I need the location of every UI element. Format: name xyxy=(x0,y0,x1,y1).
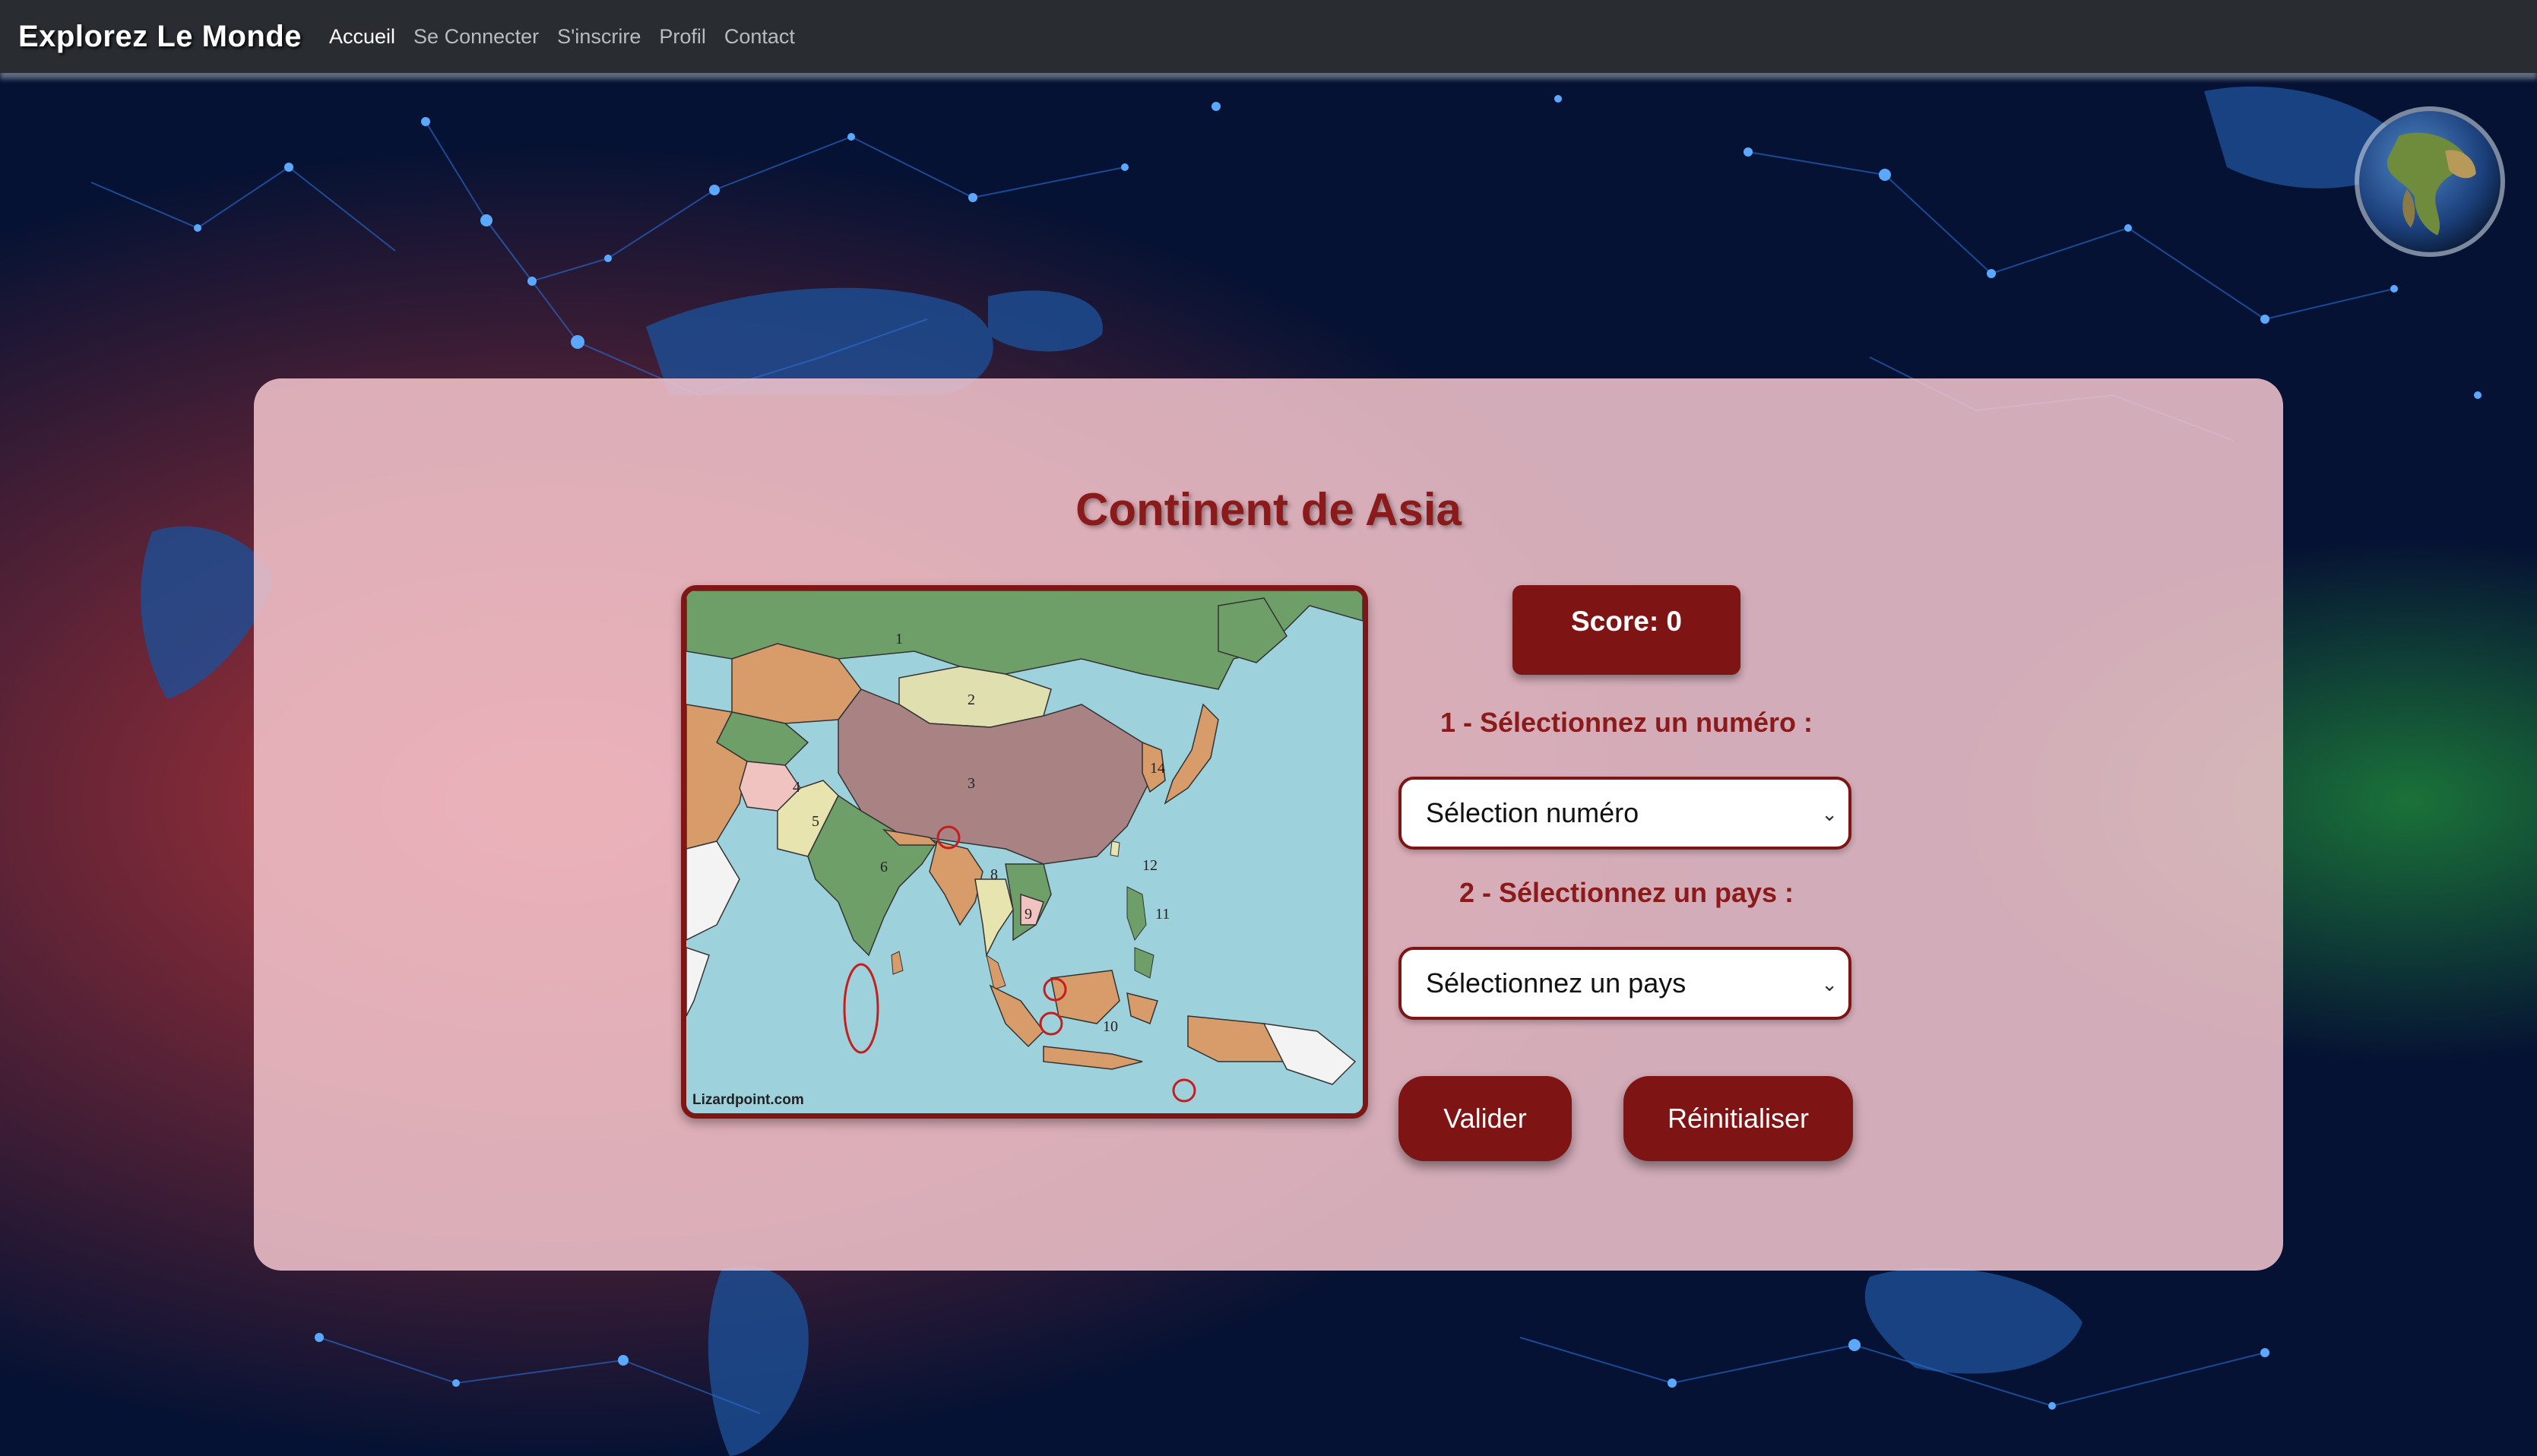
nav-link-accueil[interactable]: Accueil xyxy=(329,25,395,49)
country-select-value: Sélectionnez un pays xyxy=(1426,967,1687,999)
asia-map[interactable]: 1 2 3 4 5 6 8 9 10 11 12 14 Lizardpoint.… xyxy=(681,585,1368,1119)
map-number-8: 8 xyxy=(990,866,998,883)
nav-links: Accueil Se Connecter S'inscrire Profil C… xyxy=(329,25,795,49)
chevron-down-icon: ⌄ xyxy=(1821,973,1838,995)
asia-map-image: 1 2 3 4 5 6 8 9 10 11 12 14 xyxy=(686,590,1363,1113)
score-label: Score: 0 xyxy=(1570,606,1682,637)
globe-icon xyxy=(2355,106,2505,257)
brand-logo-text[interactable]: Explorez Le Monde xyxy=(18,20,302,54)
top-navbar: Explorez Le Monde Accueil Se Connecter S… xyxy=(0,0,2537,73)
number-select[interactable]: Sélection numéro ⌄ xyxy=(1398,777,1851,850)
chevron-down-icon: ⌄ xyxy=(1821,802,1838,825)
map-number-3: 3 xyxy=(968,775,975,792)
map-number-14: 14 xyxy=(1150,760,1165,777)
map-credit: Lizardpoint.com xyxy=(692,1092,804,1108)
nav-link-contact[interactable]: Contact xyxy=(724,25,795,49)
validate-button[interactable]: Valider xyxy=(1398,1076,1572,1161)
step2-label: 2 - Sélectionnez un pays : xyxy=(1459,877,1794,908)
step1-label: 1 - Sélectionnez un numéro : xyxy=(1440,707,1813,738)
map-number-9: 9 xyxy=(1025,906,1032,923)
number-select-value: Sélection numéro xyxy=(1426,797,1639,828)
nav-link-profil[interactable]: Profil xyxy=(659,25,706,49)
reset-button[interactable]: Réinitialiser xyxy=(1623,1076,1853,1161)
score-display: Score: 0 xyxy=(1512,585,1740,675)
map-number-12: 12 xyxy=(1142,857,1158,874)
map-number-5: 5 xyxy=(812,813,819,830)
map-number-11: 11 xyxy=(1155,906,1170,923)
page-title: Continent de Asia xyxy=(1075,484,1462,535)
map-number-1: 1 xyxy=(895,631,903,647)
quiz-panel: Continent de Asia 1 2 3 4 5 6 8 9 10 11 … xyxy=(254,378,2283,1271)
map-number-2: 2 xyxy=(968,692,975,708)
nav-link-se-connecter[interactable]: Se Connecter xyxy=(413,25,539,49)
map-number-6: 6 xyxy=(880,859,888,875)
map-number-4: 4 xyxy=(793,779,800,796)
nav-link-sinscrire[interactable]: S'inscrire xyxy=(557,25,641,49)
country-select[interactable]: Sélectionnez un pays ⌄ xyxy=(1398,947,1851,1020)
map-number-10: 10 xyxy=(1103,1018,1118,1035)
